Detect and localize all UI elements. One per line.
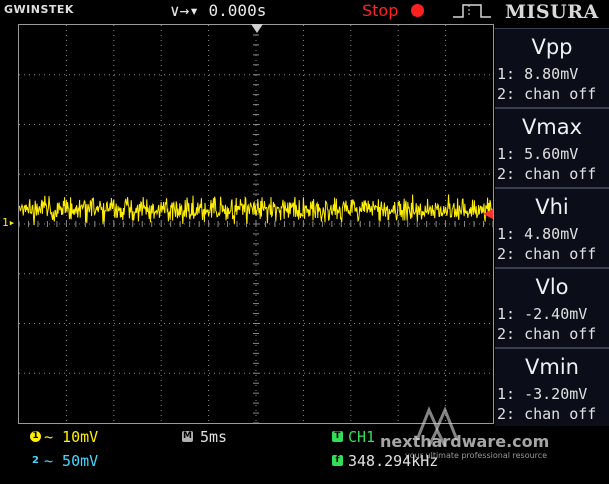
measurement-title: Vlo [535,275,569,299]
watermark-title: nexthardware.com [380,432,550,451]
ch2-vertical-scale[interactable]: ∼ 50mV [44,452,98,470]
run-status-label[interactable]: Stop [362,1,398,20]
trigger-delay-readout: ∨→▾ 0.000s [170,1,267,20]
waveform-display[interactable] [18,24,494,424]
measurement-ch1-value: 1: -3.20mV [497,385,588,403]
measurement-ch2-value: 2: chan off [497,405,597,423]
measurement-panel: Vpp 1: 8.80mV 2: chan off Vmax 1: 5.60mV… [495,24,609,428]
measurement-ch1-value: 1: 8.80mV [497,65,579,83]
timebase-badge-icon: M [182,431,193,442]
measurement-ch2-value: 2: chan off [497,165,597,183]
measurement-title: Vhi [535,195,569,219]
measurement-title: Vmin [525,355,579,379]
top-status-bar: GWINSTEK ∨→▾ 0.000s Stop MISURA [0,0,609,23]
measurement-vlo[interactable]: Vlo 1: -2.40mV 2: chan off [495,268,609,348]
trigger-edge-icon [453,4,491,18]
measurement-ch1-value: 1: 5.60mV [497,145,579,163]
measurement-ch2-value: 2: chan off [497,245,597,263]
ch1-position-marker[interactable]: 1▸ [2,216,15,229]
measurement-vpp[interactable]: Vpp 1: 8.80mV 2: chan off [495,28,609,108]
measurement-vmin[interactable]: Vmin 1: -3.20mV 2: chan off [495,348,609,428]
ch2-badge-icon: 2 [30,455,41,466]
trigger-source[interactable]: CH1 [348,428,375,446]
trigger-level-icon[interactable] [483,209,493,219]
timebase-scale[interactable]: 5ms [200,428,227,446]
measurement-ch1-value: 1: -2.40mV [497,305,588,323]
section-label: MISURA [505,1,599,23]
brand-logo: GWINSTEK [4,3,74,16]
ch1-badge-icon: 1 [30,431,41,442]
frequency-badge-icon: f [332,455,343,466]
measurement-ch1-value: 1: 4.80mV [497,225,579,243]
measurement-ch2-value: 2: chan off [497,85,597,103]
trigger-badge-icon: T [332,431,343,442]
stop-indicator-icon [411,4,424,17]
measurement-title: Vmax [521,115,583,139]
trigger-position-icon [251,24,263,33]
measurement-title: Vpp [531,35,573,59]
watermark-subtitle: your ultimate professional resource [405,451,548,460]
measurement-ch2-value: 2: chan off [497,325,597,343]
graticule [19,25,493,423]
measurement-vmax[interactable]: Vmax 1: 5.60mV 2: chan off [495,108,609,188]
measurement-vhi[interactable]: Vhi 1: 4.80mV 2: chan off [495,188,609,268]
ch1-vertical-scale[interactable]: ∼ 10mV [44,428,98,446]
